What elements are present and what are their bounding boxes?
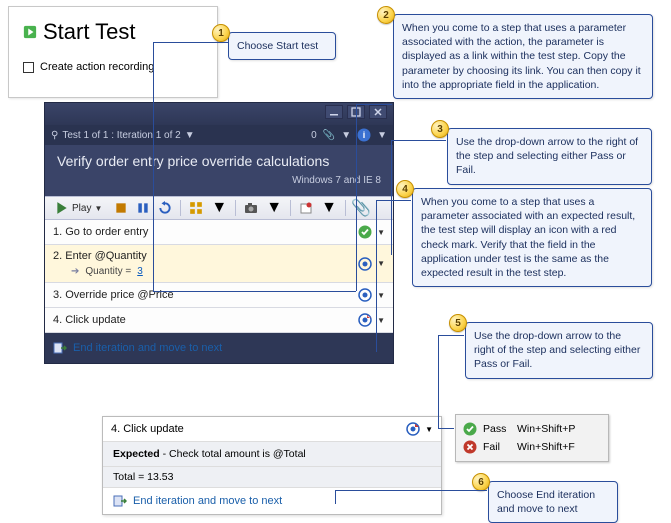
pass-shortcut: Win+Shift+P — [517, 423, 575, 435]
badge-5: 5 — [449, 314, 467, 332]
chevron-down-icon[interactable]: ▼ — [377, 130, 387, 141]
step-text: 2. Enter @Quantity — [53, 250, 147, 262]
create-recording-checkbox[interactable]: Create action recording — [23, 61, 203, 73]
test-runner-window: ⚲ Test 1 of 1 : Iteration 1 of 2 ▼ 0 📎 ▼… — [44, 102, 394, 364]
pass-label: Pass — [483, 423, 511, 435]
play-label: Play — [72, 203, 91, 214]
step-result-dropdown[interactable]: ▼ — [377, 316, 385, 325]
create-recording-label: Create action recording — [40, 61, 154, 73]
end-iteration-label: End iteration and move to next — [133, 495, 282, 507]
end-iteration-link[interactable]: End iteration and move to next — [103, 488, 441, 514]
callout-6: Choose End iteration and move to next — [488, 481, 618, 523]
end-iteration-label: End iteration and move to next — [73, 342, 222, 354]
expected-prefix: Expected — [113, 448, 160, 460]
svg-text:i: i — [363, 130, 366, 140]
end-iteration-icon — [113, 494, 127, 508]
expected-result-icon — [406, 422, 420, 436]
pin-icon[interactable]: ⚲ — [51, 130, 58, 141]
step-result-dropdown[interactable]: ▼ — [377, 259, 385, 268]
bug-icon[interactable] — [299, 201, 313, 215]
chevron-down-icon: ▼ — [94, 204, 102, 213]
start-test-panel: Start Test Create action recording — [8, 6, 218, 98]
stop-icon[interactable] — [114, 201, 128, 215]
step-detail-panel: 4. Click update ▼ Expected - Check total… — [102, 416, 442, 515]
expected-value: Total = 13.53 — [103, 467, 441, 488]
arrow-right-icon: ➔ — [71, 266, 79, 277]
pause-icon[interactable] — [136, 201, 150, 215]
chevron-down-icon[interactable]: ▼ — [185, 130, 195, 141]
callout-1: Choose Start test — [228, 32, 336, 60]
chevron-down-icon[interactable]: ▼ — [211, 199, 227, 217]
end-iteration-link[interactable]: End iteration and move to next — [45, 333, 393, 363]
callout-4: When you come to a step that uses a para… — [412, 188, 652, 287]
chevron-down-icon[interactable]: ▼ — [321, 199, 337, 217]
end-iteration-icon — [53, 341, 67, 355]
test-title: Verify order entry price override calcul… — [57, 153, 381, 169]
active-step-icon — [358, 257, 372, 271]
counter-label: 0 — [311, 130, 317, 141]
step-row[interactable]: 3. Override price @Price ▼ — [45, 283, 393, 308]
step-text: 4. Click update — [53, 314, 358, 326]
camera-icon[interactable] — [244, 201, 258, 215]
step-row[interactable]: 2. Enter @Quantity ➔ Quantity = 3 ▼ — [45, 245, 393, 283]
info-icon[interactable]: i — [357, 128, 371, 142]
chevron-down-icon[interactable]: ▼ — [266, 199, 282, 217]
fail-label: Fail — [483, 441, 511, 453]
pass-item[interactable]: Pass Win+Shift+P — [463, 420, 601, 438]
step-result-dropdown[interactable]: ▼ — [377, 228, 385, 237]
grid-icon[interactable] — [189, 201, 203, 215]
close-button[interactable] — [369, 105, 387, 119]
param-link[interactable]: 3 — [137, 266, 143, 277]
param-label: Quantity = — [85, 266, 131, 277]
play-button[interactable]: Play ▼ — [51, 200, 106, 216]
iteration-label: Test 1 of 1 : Iteration 1 of 2 — [62, 130, 180, 141]
badge-1: 1 — [212, 24, 230, 42]
step-text: 1. Go to order entry — [53, 226, 358, 238]
step-result-dropdown[interactable]: ▼ — [377, 291, 385, 300]
config-label: Windows 7 and IE 8 — [57, 175, 381, 186]
step-result-dropdown[interactable]: ▼ — [425, 425, 433, 434]
minimize-button[interactable] — [325, 105, 343, 119]
expected-text: - Check total amount is @Total — [160, 448, 306, 460]
detail-step-text: 4. Click update — [111, 423, 184, 435]
expected-row: Expected - Check total amount is @Total — [103, 442, 441, 467]
callout-5: Use the drop-down arrow to the right of … — [465, 322, 653, 379]
step-row[interactable]: 1. Go to order entry ▼ — [45, 220, 393, 245]
badge-3: 3 — [431, 120, 449, 138]
badge-2: 2 — [377, 6, 395, 24]
pass-icon — [358, 225, 372, 239]
expected-result-icon — [358, 313, 372, 327]
fail-shortcut: Win+Shift+F — [517, 441, 575, 453]
start-test-label: Start Test — [43, 19, 136, 45]
active-step-icon — [358, 288, 372, 302]
reset-icon[interactable] — [158, 201, 172, 215]
fail-item[interactable]: Fail Win+Shift+F — [463, 438, 601, 456]
play-icon — [55, 201, 69, 215]
fail-icon — [463, 440, 477, 454]
callout-3: Use the drop-down arrow to the right of … — [447, 128, 652, 185]
titlebar — [45, 103, 393, 125]
passfail-menu: Pass Win+Shift+P Fail Win+Shift+F — [455, 414, 609, 462]
chevron-down-icon[interactable]: ▼ — [341, 130, 351, 141]
play-square-icon — [23, 25, 37, 39]
badge-4: 4 — [396, 180, 414, 198]
step-row[interactable]: 4. Click update ▼ — [45, 308, 393, 333]
pass-icon — [463, 422, 477, 436]
badge-6: 6 — [472, 473, 490, 491]
attachment-icon[interactable]: 📎 — [323, 130, 335, 141]
callout-2: When you come to a step that uses a para… — [393, 14, 653, 99]
steps-list: 1. Go to order entry ▼ 2. Enter @Quantit… — [45, 220, 393, 333]
checkbox-box-icon — [23, 62, 34, 73]
toolbar: Play ▼ ▼ ▼ ▼ 📎 — [45, 196, 393, 220]
